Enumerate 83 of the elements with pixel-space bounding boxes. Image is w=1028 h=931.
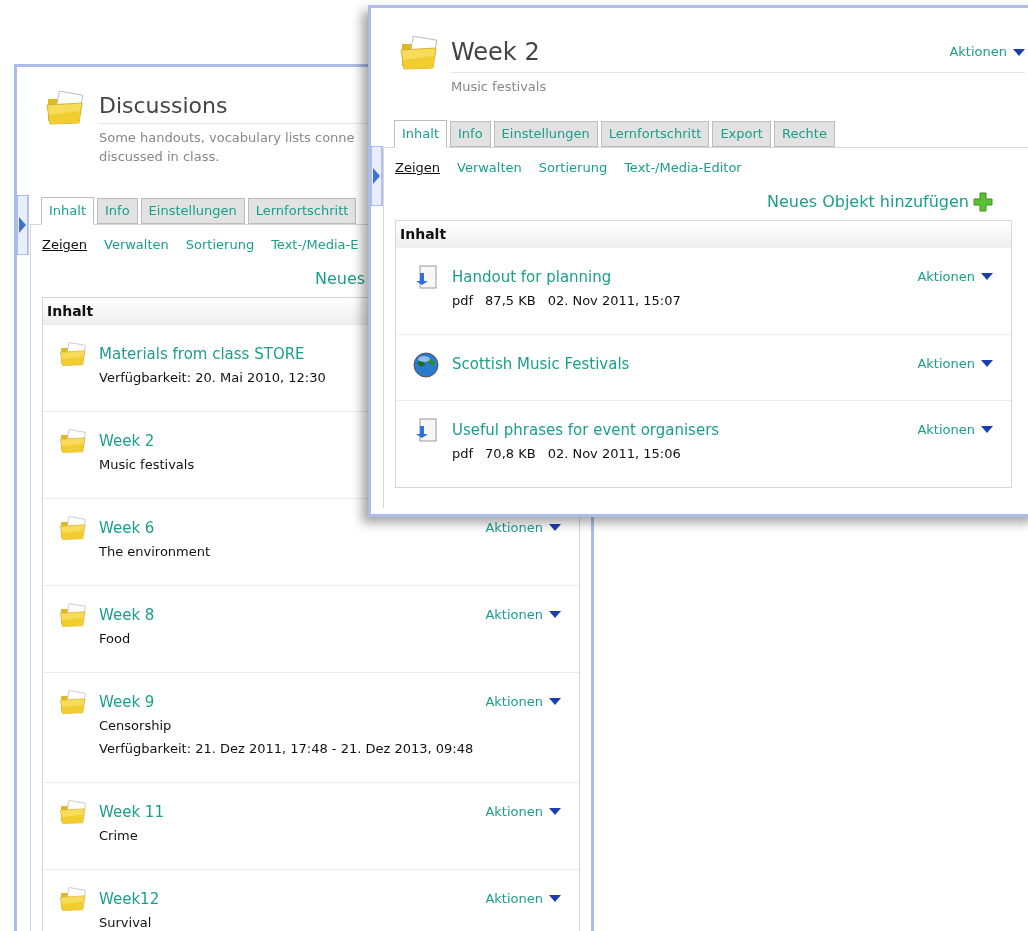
item-description: Survival <box>99 914 152 931</box>
item-title-link[interactable]: Useful phrases for event organisers <box>452 418 720 442</box>
tab[interactable]: Inhalt <box>394 120 447 148</box>
file-download-icon <box>414 418 438 444</box>
folder-icon <box>59 603 87 629</box>
sub-tab[interactable]: Text-/Media-Editor <box>624 158 742 178</box>
panel-toggle-icon[interactable] <box>17 195 29 255</box>
item-title-link[interactable]: Week 11 <box>99 800 164 824</box>
panel-toggle-icon[interactable] <box>371 146 383 206</box>
table-header: Inhalt <box>400 224 447 244</box>
caret-icon <box>549 698 561 706</box>
tab[interactable]: Einstellungen <box>493 121 598 147</box>
plus-icon[interactable] <box>973 192 993 212</box>
folder-icon <box>59 690 87 716</box>
caret-icon <box>981 426 993 434</box>
actions-dropdown[interactable]: Aktionen <box>917 420 993 440</box>
sub-tab[interactable]: Zeigen <box>42 235 87 255</box>
tab[interactable]: Inhalt <box>41 197 94 225</box>
sub-tab[interactable]: Verwalten <box>457 158 522 178</box>
item-description: Music festivals <box>99 456 195 474</box>
actions-dropdown[interactable]: Aktionen <box>485 802 561 822</box>
item-property: 02. Nov 2011, 15:06 <box>547 445 681 463</box>
caret-icon <box>981 273 993 281</box>
item-title-link[interactable]: Scottish Music Festivals <box>452 352 630 376</box>
add-object-link[interactable]: Neues <box>315 267 366 291</box>
item-title-link[interactable]: Week 9 <box>99 690 155 714</box>
tab[interactable]: Lernfortschritt <box>600 121 710 147</box>
item-description: Verfügbarkeit: 21. Dez 2011, 17:48 - 21. Dez 2013, 09:48 <box>99 740 474 758</box>
sub-tab[interactable]: Sortierung <box>185 235 255 255</box>
item-title-link[interactable]: Week 6 <box>99 516 155 540</box>
tab[interactable]: Info <box>450 121 491 147</box>
actions-dropdown[interactable]: Aktionen <box>485 889 561 909</box>
tab[interactable]: Rechte <box>773 121 835 147</box>
folder-icon <box>45 91 85 127</box>
actions-dropdown[interactable]: Aktionen <box>917 267 993 287</box>
sub-tab[interactable]: Text-/Media-E <box>271 235 359 255</box>
tab[interactable]: Einstellungen <box>140 198 245 224</box>
globe-icon <box>413 352 439 378</box>
folder-description: Some handouts, vocabulary lists conne <box>99 129 356 147</box>
actions-dropdown[interactable]: Aktionen <box>485 518 561 538</box>
caret-icon <box>549 895 561 903</box>
actions-dropdown[interactable]: Aktionen <box>949 42 1025 62</box>
folder-description: discussed in class. <box>99 148 221 166</box>
item-title-link[interactable]: Week 8 <box>99 603 155 627</box>
sub-tab[interactable]: Zeigen <box>395 158 440 178</box>
sub-tab[interactable]: Sortierung <box>538 158 608 178</box>
sub-tab[interactable]: Verwalten <box>104 235 169 255</box>
item-property: 87,5 KB <box>485 292 536 310</box>
actions-dropdown[interactable]: Aktionen <box>485 692 561 712</box>
item-property: pdf <box>452 292 474 310</box>
folder-icon <box>59 342 87 368</box>
table-header: Inhalt <box>47 301 94 321</box>
folder-icon <box>59 800 87 826</box>
folder-icon <box>59 887 87 913</box>
folder-icon <box>59 429 87 455</box>
item-property: 70,8 KB <box>485 445 536 463</box>
window-title: Week 2 <box>451 37 540 68</box>
item-title-link[interactable]: Handout for planning <box>452 265 612 289</box>
actions-dropdown[interactable]: Aktionen <box>917 354 993 374</box>
item-property: 02. Nov 2011, 15:07 <box>547 292 681 310</box>
tab[interactable]: Export <box>712 121 771 147</box>
caret-icon <box>549 611 561 619</box>
item-title-link[interactable]: Week 2 <box>99 429 155 453</box>
tab[interactable]: Lernfortschritt <box>247 198 357 224</box>
folder-icon <box>399 36 439 72</box>
item-description: Verfügbarkeit: 20. Mai 2010, 12:30 <box>99 369 326 387</box>
actions-dropdown[interactable]: Aktionen <box>485 605 561 625</box>
caret-icon <box>1013 48 1025 56</box>
caret-icon <box>981 360 993 368</box>
tab[interactable]: Info <box>97 198 138 224</box>
folder-icon <box>59 516 87 542</box>
file-download-icon <box>414 265 438 291</box>
item-description: Censorship <box>99 717 172 735</box>
item-description: The environment <box>99 543 211 561</box>
item-title-link[interactable]: Week12 <box>99 887 160 911</box>
item-description: Food <box>99 630 131 648</box>
caret-icon <box>549 808 561 816</box>
add-object-link[interactable]: Neues Objekt hinzufügen <box>766 190 969 214</box>
item-description: Crime <box>99 827 138 845</box>
folder-description: Music festivals <box>451 78 548 96</box>
item-title-link[interactable]: Materials from class STORE <box>99 342 305 366</box>
item-property: pdf <box>452 445 474 463</box>
caret-icon <box>549 524 561 532</box>
